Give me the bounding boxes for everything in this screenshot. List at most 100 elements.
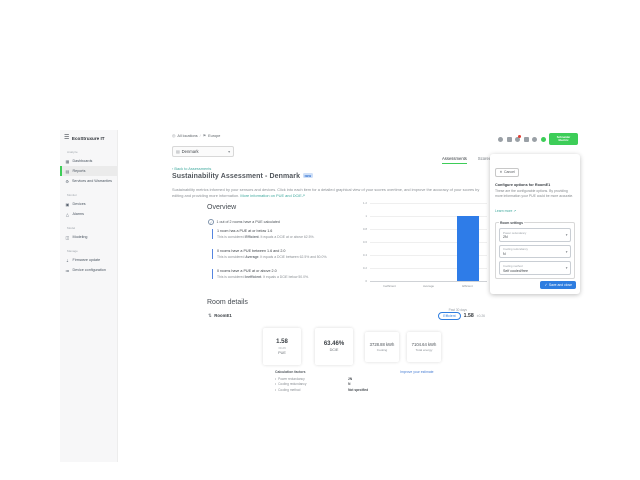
overview-summary: 1 out of 2 rooms have a PUE calculated — [217, 220, 280, 224]
cancel-button[interactable]: ✕ Cancel — [495, 168, 519, 177]
breadcrumb: ◎ All locations / ⚑ Europe — [172, 133, 220, 138]
user-icon[interactable] — [532, 137, 537, 142]
bullet-icon: • — [275, 377, 276, 381]
ecostruxure-app: ☰ EcoStruxure IT Analyze ▦ Dashboards ▤ … — [60, 130, 580, 462]
sidebar-section-label: Manage — [67, 249, 117, 253]
description-text: Sustainability metrics informed by your … — [172, 187, 479, 198]
screenshot-canvas: ☰ EcoStruxure IT Analyze ▦ Dashboards ▤ … — [0, 0, 640, 480]
chart-ytick-label: 0.6 — [363, 241, 367, 244]
severity-label: Inefficient — [245, 275, 261, 279]
alarms-icon: △ — [65, 212, 70, 217]
location-selector[interactable]: ▤ Denmark ▾ — [172, 146, 234, 157]
breadcrumb-region[interactable]: Europe — [208, 134, 220, 138]
save-label: Save and close — [549, 283, 572, 287]
sidebar-item-firmware-update[interactable]: ⇣ Firmware update — [60, 255, 117, 265]
field-value: Self cooled/free — [503, 269, 562, 273]
page-title: Sustainability Assessment - Denmark — [172, 173, 300, 180]
cooling-method-select[interactable]: Cooling method Self cooled/free ▾ — [499, 261, 571, 275]
chart-xtick-label: Efficient — [448, 284, 487, 288]
factor-row-cooling-redundancy: • Cooling redundancy N — [275, 382, 425, 386]
sidebar-section-manage: Manage ⇣ Firmware update ≔ Device config… — [60, 249, 117, 275]
flag-icon: ⚑ — [203, 133, 206, 138]
learn-more-link[interactable]: Learn more ↗ — [495, 209, 516, 213]
factor-row-cooling-method: • Cooling method Not specified — [275, 388, 425, 392]
close-icon: ✕ — [500, 170, 503, 174]
sidebar-section-label: Model — [67, 226, 117, 230]
panel-description: These are the configurable options. By p… — [495, 189, 575, 199]
sidebar-item-label: Reports — [73, 169, 86, 173]
brand-line2: Electric — [558, 139, 568, 142]
back-link-label: Back to Assessments — [174, 166, 211, 171]
settings-icon[interactable] — [498, 137, 503, 142]
reports-icon: ▤ — [65, 169, 70, 174]
metric-card-dcie: 63.46% DCiE — [315, 328, 353, 365]
cooling-redundancy-select[interactable]: Cooling redundancy N ▾ — [499, 245, 571, 259]
factor-value: 2N — [348, 377, 352, 381]
room-metrics: Efficient 1.58 ±0.26 — [438, 312, 485, 320]
metric-card-cooling: 3728.88 kWh Cooling — [365, 332, 399, 362]
save-and-close-button[interactable]: ✓ Save and close — [540, 281, 576, 289]
notifications-icon[interactable] — [515, 137, 520, 142]
room-name: RoomE1 — [214, 313, 231, 318]
chart-ytick-label: 1.2 — [363, 202, 367, 205]
sidebar-item-services-warranties[interactable]: ⚙ Services and Warranties — [60, 176, 117, 186]
sidebar-item-alarms[interactable]: △ Alarms — [60, 209, 117, 219]
power-redundancy-select[interactable]: Power redundancy 2N ▾ — [499, 228, 571, 242]
room-row[interactable]: ⇅ RoomE1 Efficient 1.58 ±0.26 — [208, 312, 485, 320]
expand-icon[interactable]: ⇅ — [208, 313, 212, 319]
app-logo: EcoStruxure IT — [72, 136, 105, 141]
sidebar-section-model: Model ◫ Modeling — [60, 226, 117, 242]
sidebar-item-dashboards[interactable]: ▦ Dashboards — [60, 156, 117, 166]
sidebar-item-reports[interactable]: ▤ Reports — [60, 166, 117, 176]
metric-uncertainty: ±0.26 — [278, 346, 286, 350]
sidebar-item-modeling[interactable]: ◫ Modeling — [60, 232, 117, 242]
metric-label: Cooling — [377, 348, 388, 352]
sidebar-section-monitor: Monitor ▣ Devices △ Alarms — [60, 193, 117, 219]
pue-dcie-info-link[interactable]: More information on PUE and DCiE — [240, 193, 301, 198]
chart-bar-efficient — [457, 216, 479, 281]
header-icons-row: Schneider Electric — [498, 133, 578, 145]
factor-label: Cooling method — [278, 388, 348, 392]
sidebar-item-label: Modeling — [73, 235, 88, 239]
sidebar-item-device-configuration[interactable]: ≔ Device configuration — [60, 265, 117, 275]
sidebar-header: ☰ EcoStruxure IT — [60, 130, 117, 143]
chevron-down-icon: ▾ — [228, 149, 230, 154]
chevron-down-icon: ▾ — [566, 250, 568, 254]
chart-ytick-label: 0.2 — [363, 267, 367, 270]
apps-icon[interactable] — [524, 137, 529, 142]
bar-chart-xaxis: InefficientAverageEfficient — [370, 284, 487, 290]
metric-label: DCiE — [330, 348, 339, 352]
severity-label: Efficient — [245, 235, 258, 239]
factor-label: Cooling redundancy — [278, 382, 348, 386]
improve-estimate-link[interactable]: Improve your estimate — [400, 370, 434, 374]
configure-options-panel: ✕ Cancel Configure options for RoomE1 Th… — [490, 154, 580, 294]
breadcrumb-root[interactable]: All locations — [177, 134, 197, 138]
check-icon: ✓ — [544, 283, 547, 287]
sidebar: ☰ EcoStruxure IT Analyze ▦ Dashboards ▤ … — [60, 130, 118, 462]
back-to-assessments-link[interactable]: ‹ Back to Assessments — [172, 166, 211, 171]
help-icon[interactable] — [507, 137, 512, 142]
room-settings-label: Room settings — [499, 221, 524, 225]
overview-summary-row: ✓ 1 out of 2 rooms have a PUE calculated — [208, 219, 280, 225]
sidebar-item-devices[interactable]: ▣ Devices — [60, 199, 117, 209]
new-badge: NEW — [303, 173, 313, 178]
location-selector-value: Denmark — [182, 149, 199, 154]
hamburger-menu-icon[interactable]: ☰ — [64, 135, 69, 141]
status-badge: Efficient — [438, 312, 460, 320]
metric-label: Total energy — [416, 348, 433, 352]
bar-chart-plot — [370, 203, 487, 281]
factor-row-power: • Power redundancy 2N — [275, 377, 425, 381]
factor-value: N — [348, 382, 350, 386]
tab-assessments[interactable]: Assessments — [442, 156, 467, 164]
chevron-down-icon: ▾ — [566, 266, 568, 270]
field-label: Power redundancy — [503, 231, 562, 235]
schneider-electric-logo: Schneider Electric — [549, 133, 578, 145]
tabs: Assessments Scorecard — [442, 156, 497, 164]
chevron-down-icon: ▾ — [566, 233, 568, 237]
panel-title: Configure options for RoomE1 — [495, 183, 575, 187]
firmware-update-icon: ⇣ — [65, 258, 70, 263]
services-icon: ⚙ — [65, 179, 69, 184]
sidebar-item-label: Alarms — [73, 212, 84, 216]
building-icon: ▤ — [176, 149, 180, 154]
overview-title: Overview — [207, 204, 236, 211]
